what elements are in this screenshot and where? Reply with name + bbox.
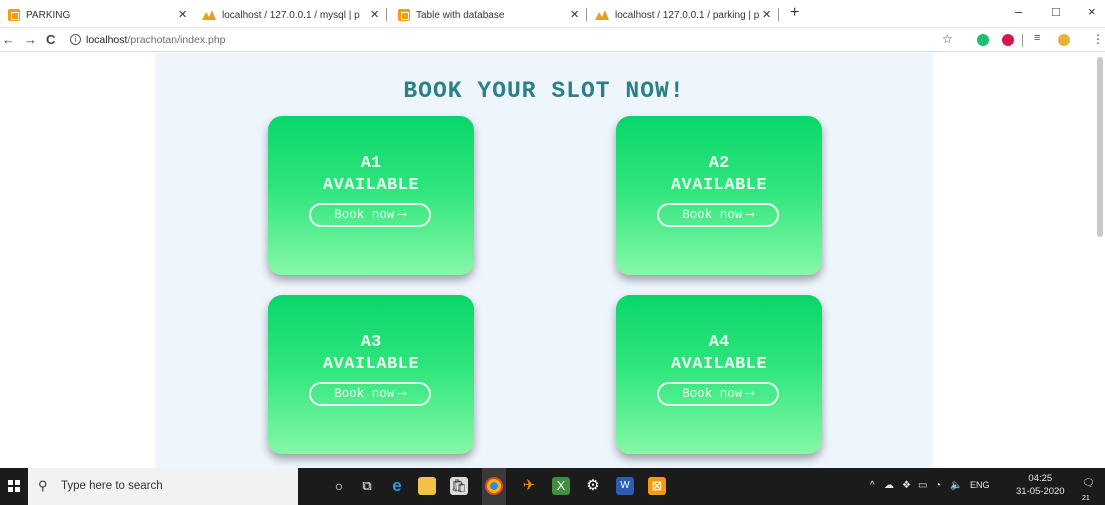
arrow-right-icon: ⟶ <box>398 387 406 401</box>
slot-status: AVAILABLE <box>670 176 768 195</box>
close-tab-icon[interactable]: ✕ <box>762 8 771 21</box>
chrome-icon[interactable] <box>485 477 503 495</box>
tab-table-database[interactable]: Table with database <box>398 4 568 26</box>
book-now-label: Book now <box>334 387 395 401</box>
book-now-button[interactable]: Book now ⟶ <box>657 382 779 406</box>
tab-divider <box>586 8 587 21</box>
new-tab-button[interactable]: + <box>790 4 799 22</box>
file-explorer-icon[interactable] <box>418 477 436 495</box>
slot-name: A1 <box>360 154 382 173</box>
url-path: /prachotan/index.php <box>127 34 226 46</box>
task-view-icon[interactable]: ⧉ <box>358 477 376 495</box>
taskbar-clock[interactable]: 04:25 31-05-2020 <box>1016 472 1065 498</box>
tab-divider <box>778 8 779 21</box>
search-icon: ⚲ <box>38 478 48 493</box>
show-hidden-icons-icon[interactable]: ^ <box>870 480 875 491</box>
tab-parking[interactable]: PARKING <box>8 4 168 26</box>
phpmyadmin-icon <box>202 10 216 20</box>
wifi-icon[interactable]: ◔ <box>935 480 941 491</box>
book-now-button[interactable]: Book now ⟶ <box>657 203 779 227</box>
cortana-icon[interactable]: ○ <box>330 477 348 495</box>
netbeans-icon[interactable]: ✈ <box>520 477 538 495</box>
back-arrow-icon[interactable]: ← <box>2 32 15 47</box>
reading-list-icon[interactable]: ≡ <box>1034 32 1040 44</box>
arrow-right-icon: ⟶ <box>398 208 406 222</box>
slot-status: AVAILABLE <box>670 355 768 374</box>
edge-browser-icon[interactable]: e <box>388 477 406 495</box>
page-container: BOOK YOUR SLOT NOW! A1 AVAILABLE Book no… <box>155 53 933 468</box>
clock-date: 31-05-2020 <box>1016 486 1065 497</box>
slot-card-a2: A2 AVAILABLE Book now ⟶ <box>616 116 822 275</box>
extension-red-icon[interactable] <box>1002 34 1014 46</box>
tab-label: localhost / 127.0.0.1 / parking | p <box>615 9 760 21</box>
tab-divider <box>386 8 387 21</box>
book-now-label: Book now <box>682 387 743 401</box>
phpmyadmin-icon <box>595 10 609 20</box>
clock-time: 04:25 <box>1028 473 1053 484</box>
url-host: localhost <box>86 34 128 46</box>
address-bar: ← → C i localhost/prachotan/index.php ☆ … <box>0 28 1105 52</box>
store-icon[interactable]: 🛍 <box>450 477 468 495</box>
forward-arrow-icon[interactable]: → <box>24 32 37 47</box>
volume-icon[interactable]: 🔈 <box>950 480 962 491</box>
arrow-right-icon: ⟶ <box>746 387 754 401</box>
settings-gear-icon[interactable]: ⚙ <box>584 477 602 495</box>
tab-strip: PARKING ✕ localhost / 127.0.0.1 / mysql … <box>0 0 1105 28</box>
taskbar-search-box[interactable]: ⚲ Type here to search <box>28 468 298 505</box>
close-tab-icon[interactable]: ✕ <box>570 8 579 21</box>
xampp-icon[interactable]: ⊠ <box>648 477 666 495</box>
minimize-button[interactable]: – <box>1015 4 1022 19</box>
reload-icon[interactable]: C <box>46 32 55 47</box>
tab-phpmyadmin-mysql[interactable]: localhost / 127.0.0.1 / mysql | ph <box>202 4 360 26</box>
page-icon <box>8 9 20 21</box>
notification-count: 21 <box>1082 495 1090 502</box>
book-now-button[interactable]: Book now ⟶ <box>309 382 431 406</box>
slot-name: A3 <box>360 333 382 352</box>
tab-label: localhost / 127.0.0.1 / mysql | ph <box>222 9 360 21</box>
close-window-button[interactable]: × <box>1088 4 1096 19</box>
book-now-button[interactable]: Book now ⟶ <box>309 203 431 227</box>
extension-green-icon[interactable] <box>977 34 989 46</box>
page-scrollbar[interactable] <box>1097 57 1103 237</box>
battery-icon[interactable]: ▭ <box>918 480 927 491</box>
book-now-label: Book now <box>334 208 395 222</box>
tab-label: Table with database <box>416 9 505 21</box>
excel-icon[interactable]: X <box>552 477 570 495</box>
windows-start-icon[interactable] <box>8 480 20 492</box>
slot-status: AVAILABLE <box>322 176 420 195</box>
book-now-label: Book now <box>682 208 743 222</box>
search-placeholder: Type here to search <box>61 480 163 492</box>
restore-button[interactable]: □ <box>1052 4 1060 19</box>
notification-center-icon[interactable]: 🗨21 <box>1082 478 1098 502</box>
close-tab-icon[interactable]: ✕ <box>370 8 379 21</box>
page-icon <box>398 9 410 21</box>
windows-taskbar: ⚲ Type here to search ○ ⧉ e 🛍 ✈ X ⚙ W ⊠ … <box>0 468 1105 505</box>
bookmark-star-icon[interactable]: ☆ <box>942 32 953 46</box>
site-info-icon[interactable]: i <box>70 34 81 45</box>
language-indicator[interactable]: ENG <box>970 480 990 490</box>
browser-viewport: BOOK YOUR SLOT NOW! A1 AVAILABLE Book no… <box>0 53 1105 468</box>
word-icon[interactable]: W <box>616 477 634 495</box>
slot-name: A4 <box>708 333 730 352</box>
slot-name: A2 <box>708 154 730 173</box>
slot-card-a3: A3 AVAILABLE Book now ⟶ <box>268 295 474 454</box>
slot-status: AVAILABLE <box>322 355 420 374</box>
tab-label: PARKING <box>26 9 71 21</box>
dropbox-icon[interactable]: ❖ <box>902 480 911 491</box>
arrow-right-icon: ⟶ <box>746 208 754 222</box>
close-tab-icon[interactable]: ✕ <box>178 8 187 21</box>
toolbar-divider <box>1022 34 1023 47</box>
profile-avatar-icon[interactable] <box>1058 34 1070 46</box>
tab-phpmyadmin-parking[interactable]: localhost / 127.0.0.1 / parking | p <box>595 4 760 26</box>
page-title: BOOK YOUR SLOT NOW! <box>403 78 685 104</box>
url-field[interactable]: localhost/prachotan/index.php <box>86 34 226 46</box>
menu-kebab-icon[interactable]: ⋮ <box>1092 32 1104 46</box>
slot-card-a4: A4 AVAILABLE Book now ⟶ <box>616 295 822 454</box>
slot-card-a1: A1 AVAILABLE Book now ⟶ <box>268 116 474 275</box>
onedrive-cloud-icon[interactable]: ☁ <box>884 480 894 491</box>
